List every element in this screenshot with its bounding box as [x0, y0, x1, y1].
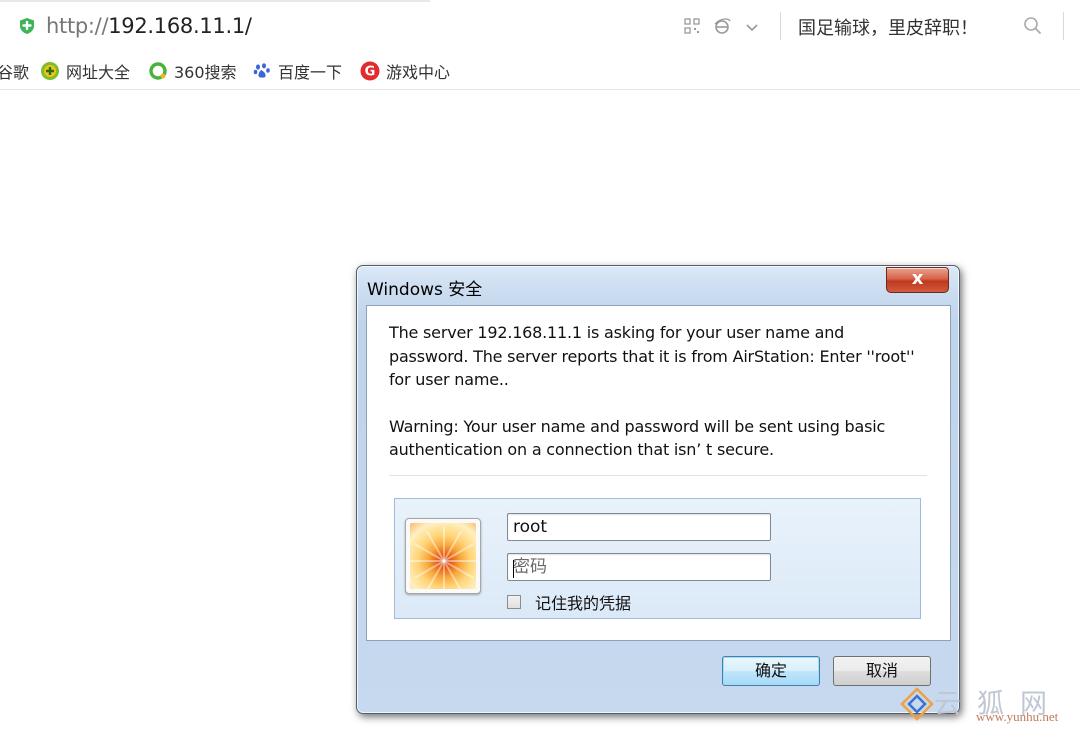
ok-button[interactable]: 确定	[722, 656, 820, 686]
password-field[interactable]	[507, 553, 771, 581]
url-field[interactable]: http://192.168.11.1/	[46, 14, 252, 38]
bookmark-label: 网址大全	[66, 63, 131, 82]
qr-code-icon[interactable]	[682, 16, 702, 36]
address-bar: http://192.168.11.1/ 国足输球，里皮辞职！	[0, 0, 1080, 53]
user-avatar	[405, 518, 481, 594]
ring-icon	[149, 62, 167, 80]
watermark-logo-icon	[900, 687, 934, 721]
remember-label: 记住我的凭据	[535, 594, 632, 613]
bookmark-baidu[interactable]: 百度一下	[252, 60, 342, 82]
remember-credentials[interactable]: 记住我的凭据	[507, 590, 631, 614]
remember-checkbox[interactable]	[507, 595, 521, 609]
watermark-url: www.yunhu.net	[976, 709, 1059, 724]
username-field[interactable]	[507, 513, 771, 541]
separator	[780, 12, 781, 40]
game-center-icon: G	[360, 61, 380, 81]
tab-edge	[0, 0, 430, 2]
text-caret	[513, 560, 514, 578]
svg-text:G: G	[365, 65, 376, 80]
bookmark-url-directory[interactable]: 网址大全	[40, 60, 130, 82]
close-button[interactable]: x	[886, 267, 949, 293]
windows-security-dialog: Windows 安全 x The server 192.168.11.1 is …	[356, 265, 960, 714]
search-icon[interactable]	[1022, 15, 1044, 37]
dialog-title: Windows 安全	[367, 280, 483, 300]
bookmark-game-center[interactable]: G 游戏中心	[360, 60, 450, 82]
chevron-down-icon[interactable]	[742, 17, 762, 37]
bookmark-label: 谷歌	[0, 63, 30, 82]
flower-image	[410, 523, 476, 589]
server-message: The server 192.168.11.1 is asking for yo…	[389, 323, 915, 389]
bookmark-360-search[interactable]: 360搜索	[148, 60, 237, 82]
separator	[1063, 12, 1064, 40]
dialog-message: The server 192.168.11.1 is asking for yo…	[389, 321, 919, 462]
divider	[389, 475, 927, 476]
secure-shield-icon	[20, 18, 34, 34]
plus-circle-icon	[41, 62, 59, 80]
credential-tile: 记住我的凭据	[394, 498, 921, 619]
bookmark-label: 百度一下	[278, 63, 343, 82]
site-watermark: 云狐网 www.yunhu.net	[898, 682, 1080, 729]
bookmark-label: 360搜索	[174, 63, 237, 82]
news-ticker[interactable]: 国足输球，里皮辞职！	[798, 14, 978, 40]
bookmark-google[interactable]: 谷歌	[0, 60, 29, 82]
ie-compat-icon[interactable]	[712, 16, 732, 36]
dialog-body: The server 192.168.11.1 is asking for yo…	[366, 305, 951, 641]
bookmark-label: 游戏中心	[386, 63, 451, 82]
security-warning: Warning: Your user name and password wil…	[389, 416, 886, 460]
paw-icon	[253, 63, 270, 78]
bookmarks-bar: 谷歌 网址大全 360搜索 百度一下 G 游戏中心	[0, 52, 1080, 90]
